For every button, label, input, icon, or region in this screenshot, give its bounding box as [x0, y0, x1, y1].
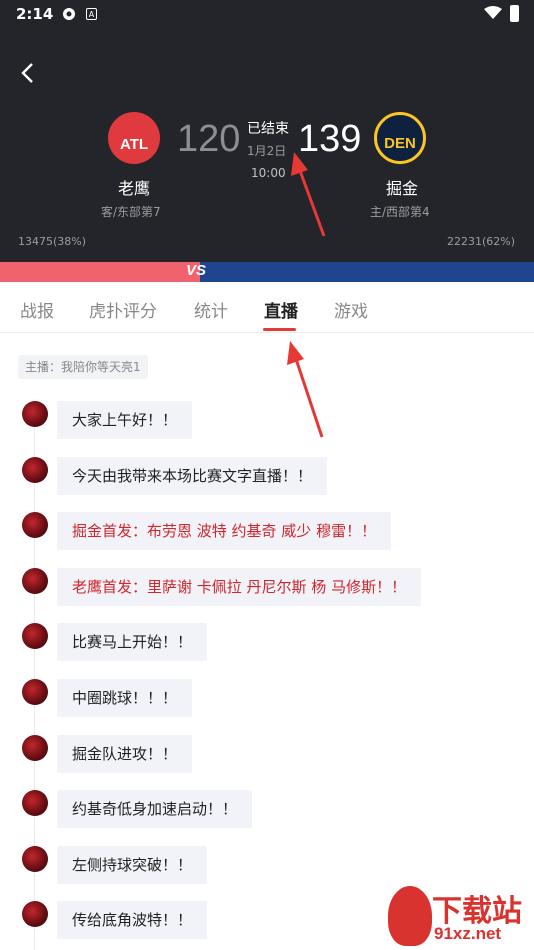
away-score: 120	[177, 118, 241, 160]
home-team-name: 掘金	[386, 179, 419, 198]
away-support-bar	[0, 262, 200, 282]
message-bubble: 左侧持球突破！！	[57, 845, 208, 884]
app-notification-icon	[63, 8, 75, 20]
anchor-avatar[interactable]	[22, 456, 48, 483]
message-bubble: 大家上午好！！	[57, 401, 193, 439]
message-bubble: 约基奇低身加速启动！！	[57, 790, 253, 829]
game-time: 10:00	[251, 166, 286, 180]
game-status: 已结束	[247, 121, 289, 137]
message-row: 掘金队进攻！！	[0, 734, 534, 779]
anchor-avatar[interactable]	[22, 679, 48, 705]
anchor-avatar[interactable]	[22, 845, 48, 872]
back-arrow-icon[interactable]	[18, 62, 38, 84]
away-team-name: 老鹰	[118, 179, 151, 198]
home-team-rank: 主/西部第4	[370, 205, 430, 219]
status-bar: 2:14 A	[0, 0, 534, 28]
watermark-emblem	[388, 886, 432, 946]
away-team-rank: 客/东部第7	[101, 205, 161, 219]
anchor-label: 主播：我陪你等天亮1	[18, 355, 148, 379]
watermark-logo: 下载站 91xz.net	[388, 882, 534, 950]
tab-games[interactable]: 游戏	[334, 297, 368, 322]
atl-team-logo[interactable]: ATL	[108, 112, 160, 164]
anchor-avatar[interactable]	[22, 734, 48, 761]
message-bubble: 掘金队进攻！！	[57, 734, 193, 773]
message-row: 中圈跳球！！！	[0, 679, 534, 723]
message-bubble: 掘金首发：布劳恩 波特 约基奇 威少 穆雷！！	[57, 512, 392, 551]
message-row: 今天由我带来本场比赛文字直播！！	[0, 456, 534, 501]
vs-label: VS	[186, 262, 207, 279]
message-row: 比赛马上开始！！	[0, 623, 534, 667]
message-row: 老鹰首发：里萨谢 卡佩拉 丹尼尔斯 杨 马修斯！！	[0, 567, 534, 612]
anchor-avatar[interactable]	[22, 623, 48, 650]
tab-stats[interactable]: 统计	[194, 297, 228, 322]
android-notification-icon: A	[86, 8, 97, 20]
home-score: 139	[298, 118, 362, 160]
home-support-votes: 22231(62%)	[447, 235, 516, 248]
message-bubble: 传给底角波特！！	[57, 901, 208, 940]
tab-bar: 战报 虎扑评分 统计 直播 游戏	[0, 282, 534, 333]
message-row: 约基奇低身加速启动！！	[0, 790, 534, 834]
den-team-logo[interactable]: DEN	[374, 112, 426, 164]
message-row: 掘金首发：布劳恩 波特 约基奇 威少 穆雷！！	[0, 512, 534, 556]
game-header: 2:14 A ATL 120 已结束 1月2日 10:00 139 DEN 老鹰…	[0, 0, 534, 262]
message-row: 大家上午好！！	[0, 401, 534, 445]
game-date: 1月2日	[247, 144, 287, 158]
anchor-avatar[interactable]	[22, 512, 48, 539]
battery-icon	[510, 5, 519, 22]
anchor-avatar[interactable]	[22, 790, 48, 817]
message-bubble: 比赛马上开始！！	[57, 623, 208, 662]
anchor-avatar[interactable]	[22, 901, 48, 928]
message-bubble: 中圈跳球！！！	[57, 679, 193, 717]
tab-rating[interactable]: 虎扑评分	[89, 297, 157, 322]
anchor-avatar[interactable]	[22, 567, 48, 594]
watermark-site: 91xz.net	[434, 924, 502, 943]
tab-live[interactable]: 直播	[264, 297, 298, 322]
tab-report[interactable]: 战报	[20, 297, 54, 322]
home-support-bar	[200, 262, 534, 282]
anchor-avatar[interactable]	[22, 401, 48, 427]
status-time: 2:14	[16, 5, 54, 23]
wifi-icon	[484, 6, 502, 19]
support-vs-bar: VS	[0, 262, 534, 282]
active-tab-indicator	[263, 328, 296, 331]
message-bubble: 老鹰首发：里萨谢 卡佩拉 丹尼尔斯 杨 马修斯！！	[57, 567, 422, 606]
away-support-votes: 13475(38%)	[18, 235, 87, 248]
message-bubble: 今天由我带来本场比赛文字直播！！	[57, 456, 328, 495]
